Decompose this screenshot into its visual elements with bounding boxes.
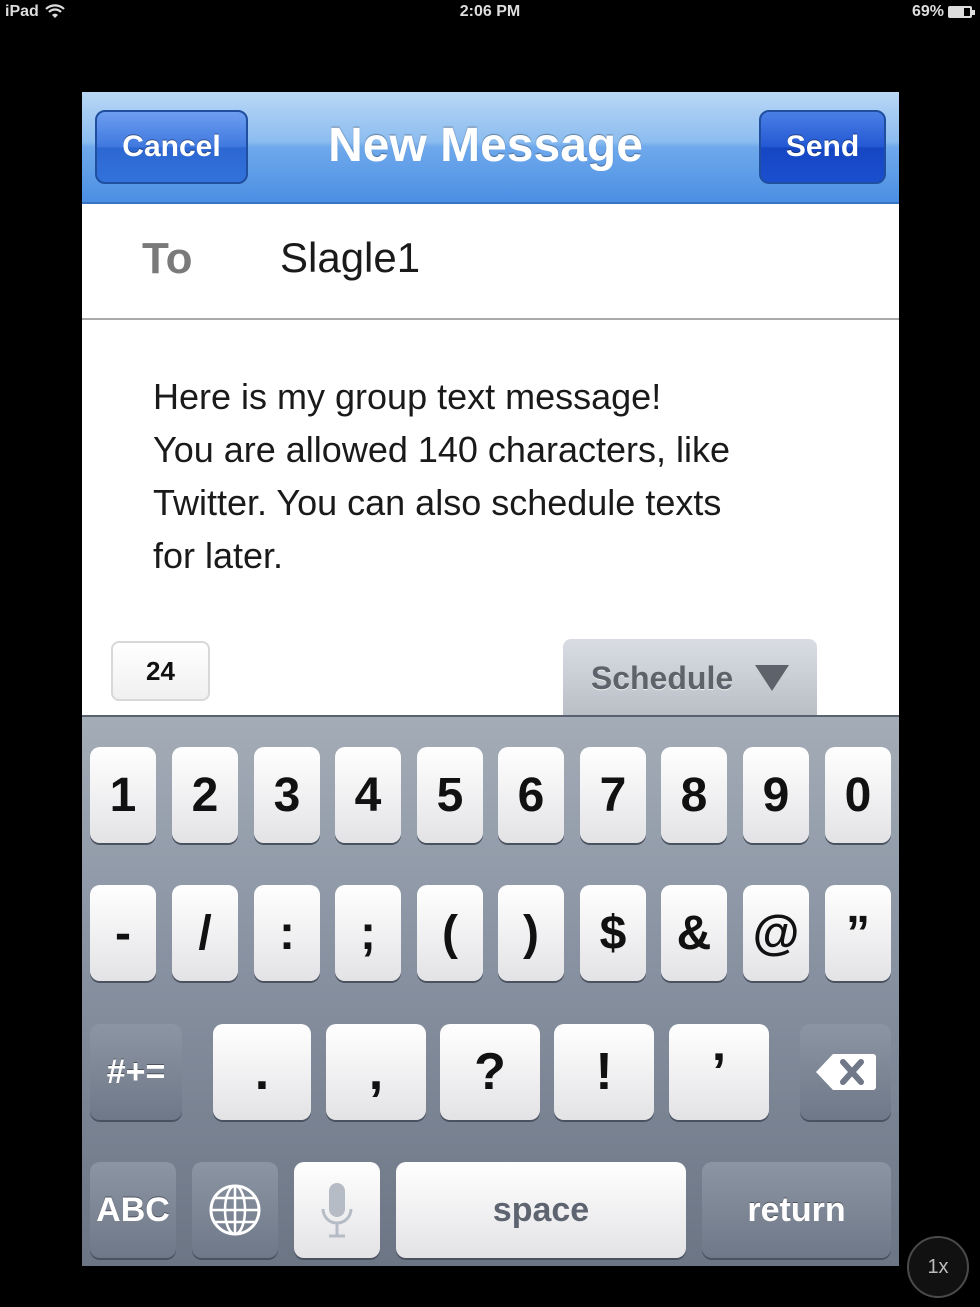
schedule-button[interactable]: Schedule (563, 639, 817, 717)
status-right: 69% (911, 3, 975, 21)
send-button[interactable]: Send (759, 110, 886, 184)
keyboard: 1 2 3 4 5 6 7 8 9 0 - / : ; ( ) $ & @ ” … (82, 715, 899, 1266)
dictation-key[interactable] (294, 1162, 380, 1258)
recipient-label: To (142, 234, 193, 283)
key-close-paren[interactable]: ) (498, 885, 564, 981)
compose-screen: Cancel New Message Send To Slagle1 Here … (82, 92, 899, 1266)
character-counter: 24 (111, 641, 210, 701)
key-2[interactable]: 2 (172, 747, 238, 843)
key-6[interactable]: 6 (498, 747, 564, 843)
backspace-icon (815, 1054, 876, 1090)
key-question[interactable]: ? (440, 1024, 540, 1120)
key-8[interactable]: 8 (661, 747, 727, 843)
key-0[interactable]: 0 (825, 747, 891, 843)
key-dollar[interactable]: $ (580, 885, 646, 981)
battery-icon (948, 6, 975, 18)
triangle-down-icon (755, 665, 790, 691)
backspace-key[interactable] (800, 1024, 891, 1120)
key-5[interactable]: 5 (417, 747, 483, 843)
key-apostrophe[interactable]: ’ (669, 1024, 769, 1120)
key-7[interactable]: 7 (580, 747, 646, 843)
key-comma[interactable]: , (326, 1024, 426, 1120)
microphone-icon (321, 1183, 353, 1238)
key-9[interactable]: 9 (743, 747, 809, 843)
key-semicolon[interactable]: ; (335, 885, 401, 981)
key-at[interactable]: @ (743, 885, 809, 981)
key-4[interactable]: 4 (335, 747, 401, 843)
status-time: 2:06 PM (459, 3, 521, 20)
globe-key[interactable] (192, 1162, 278, 1258)
key-ampersand[interactable]: & (661, 885, 727, 981)
message-line: Here is my group text message! (153, 376, 662, 417)
key-exclamation[interactable]: ! (554, 1024, 654, 1120)
abc-key[interactable]: ABC (90, 1162, 176, 1258)
message-line: You are allowed 140 characters, like (153, 429, 731, 470)
zoom-toggle-button[interactable]: 1x (907, 1236, 969, 1298)
navigation-bar: Cancel New Message Send (82, 92, 899, 204)
key-period[interactable]: . (213, 1024, 311, 1120)
key-1[interactable]: 1 (90, 747, 156, 843)
message-line: for later. (153, 535, 284, 576)
status-bar: iPad 2:06 PM 69% (0, 0, 980, 26)
key-dash[interactable]: - (90, 885, 156, 981)
key-quote[interactable]: ” (825, 885, 891, 981)
message-line: Twitter. You can also schedule texts (153, 482, 722, 523)
page-title: New Message (328, 119, 643, 172)
key-slash[interactable]: / (172, 885, 238, 981)
battery-fill (950, 8, 964, 16)
battery-percent: 69% (911, 3, 944, 20)
shift-symbols-key[interactable]: #+= (90, 1024, 182, 1120)
key-open-paren[interactable]: ( (417, 885, 483, 981)
globe-icon (209, 1184, 261, 1236)
recipient-row[interactable]: To Slagle1 (82, 206, 899, 320)
key-colon[interactable]: : (254, 885, 320, 981)
key-3[interactable]: 3 (254, 747, 320, 843)
schedule-label: Schedule (590, 659, 734, 696)
space-key[interactable]: space (396, 1162, 686, 1258)
recipient-field[interactable]: Slagle1 (280, 234, 420, 282)
message-body-field[interactable]: Here is my group text message! You are a… (153, 370, 853, 582)
return-key[interactable]: return (702, 1162, 891, 1258)
